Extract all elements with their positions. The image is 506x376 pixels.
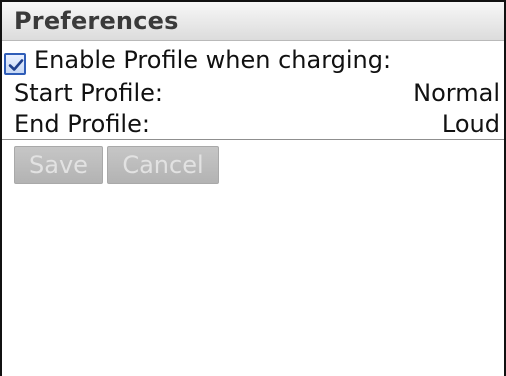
save-button[interactable]: Save [14,146,103,184]
save-button-label: Save [29,151,88,179]
cancel-button[interactable]: Cancel [107,146,219,184]
cancel-button-label: Cancel [122,151,204,179]
title-bar: Preferences [2,2,504,41]
enable-profile-label: Enable Profile when charging: [34,46,392,74]
end-profile-label: End Profile: [14,110,150,138]
enable-profile-checkbox[interactable] [4,53,26,75]
end-profile-row[interactable]: End Profile: Loud [14,110,500,140]
page-title: Preferences [14,7,179,35]
start-profile-label: Start Profile: [14,79,163,107]
start-profile-row[interactable]: Start Profile: Normal [14,79,500,109]
enable-profile-row[interactable]: Enable Profile when charging: [34,46,500,76]
checkmark-icon [8,59,24,71]
start-profile-value[interactable]: Normal [413,79,500,107]
end-profile-value[interactable]: Loud [442,110,500,138]
section-divider [2,139,504,140]
preferences-screen: Preferences Enable Profile when charging… [0,0,506,376]
